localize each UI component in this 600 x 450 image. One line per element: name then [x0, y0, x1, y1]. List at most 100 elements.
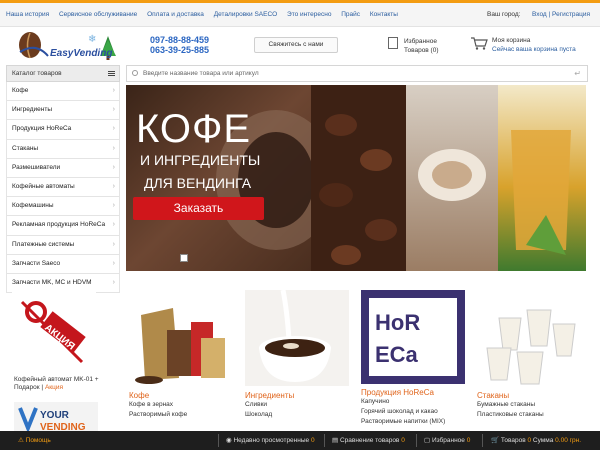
svg-text:❄: ❄	[88, 34, 96, 45]
top-navigation: Наша история Сервисное обслуживание Опла…	[0, 3, 600, 27]
site-header: ❄ EasyVending 097-88-88-459 063-39-25-88…	[0, 27, 600, 65]
svg-text:HoR: HoR	[375, 310, 420, 335]
product-sub-1[interactable]: Пластиковые стаканы	[477, 410, 591, 420]
promo-image[interactable]: АКЦИЯ	[12, 292, 96, 370]
promo-ribbon-graphic: АКЦИЯ	[20, 300, 86, 364]
compare-products[interactable]: ▤ Сравнение товаров 0	[332, 436, 405, 444]
catalog-item-label: Запчасти MK, MC и HDVM	[12, 278, 92, 286]
product-card-cups[interactable]: Стаканы Бумажные стаканы Пластиковые ста…	[477, 290, 591, 420]
product-sub-0[interactable]: Капучино	[361, 397, 475, 407]
order-button[interactable]: Заказать	[133, 197, 264, 220]
product-name[interactable]: Стаканы	[477, 391, 591, 400]
catalog-item-ingredients[interactable]: Ингредиенты ›	[6, 101, 120, 121]
catalog-item-label: Запчасти Saeco	[12, 259, 61, 267]
catalog-item-coffee[interactable]: Кофе ›	[6, 82, 120, 102]
catalog-item-cups[interactable]: Стаканы ›	[6, 139, 120, 159]
eye-icon: ◉	[226, 437, 232, 444]
product-name[interactable]: Кофе	[129, 391, 243, 400]
catalog-item-mk-parts[interactable]: Запчасти MK, MC и HDVM ›	[6, 273, 120, 294]
product-name[interactable]: Продукция HoReCa	[361, 388, 475, 397]
catalog-item-promo-products[interactable]: Рекламная продукция HoReCa ›	[6, 216, 120, 236]
city-selector[interactable]: Ваш город:	[487, 11, 521, 18]
catalog-item-label: Кофейные автоматы	[12, 182, 75, 190]
cart-text: Моя корзина Сейчас ваша корзина пуста	[492, 36, 576, 54]
product-sub-0[interactable]: Бумажные стаканы	[477, 400, 591, 410]
nav-link-contacts[interactable]: Контакты	[370, 11, 398, 18]
coffee-cup-graphic	[245, 290, 349, 386]
cart-status[interactable]: Сейчас ваша корзина пуста	[492, 45, 576, 54]
product-card-ingredients[interactable]: Ингредиенты Сливки Шоколад	[245, 290, 359, 420]
login-link[interactable]: Вход	[532, 11, 547, 18]
nav-link-payment[interactable]: Оплата и доставка	[147, 11, 204, 18]
catalog-item-vending-machines[interactable]: Кофейные автоматы ›	[6, 177, 120, 198]
bottom-toolbar: ⚠ Помощь ◉ Недавно просмотренные 0 ▤ Сра…	[0, 431, 600, 450]
catalog-header[interactable]: Каталог товаров	[6, 65, 120, 82]
phone-1[interactable]: 097-88-88-459	[150, 35, 209, 45]
divider	[218, 434, 219, 447]
promo-tag[interactable]: Акция	[45, 384, 63, 391]
product-image-cups[interactable]	[477, 290, 581, 386]
catalog-item-payment-systems[interactable]: Платежные системы ›	[6, 235, 120, 255]
nav-link-saeco[interactable]: Деталировки SAECO	[214, 11, 277, 18]
banner-title: КОФЕ	[136, 107, 252, 151]
nav-link-price[interactable]: Прайс	[341, 11, 360, 18]
product-sub-1[interactable]: Шоколад	[245, 410, 359, 420]
hero-banner[interactable]: КОФЕ И ИНГРЕДИЕНТЫ ДЛЯ ВЕНДИНГА Заказать	[126, 85, 586, 271]
help-link[interactable]: ⚠ Помощь	[18, 436, 51, 444]
coffee-packs-graphic	[129, 290, 233, 386]
search-bar[interactable]: Введите название товара или артикул ↵	[126, 65, 588, 82]
slider-dot[interactable]	[180, 254, 188, 262]
product-card-coffee[interactable]: Кофе Кофе в зернах Растворимый кофе	[129, 290, 243, 420]
product-image-ingredients[interactable]	[245, 290, 349, 386]
phones: 097-88-88-459 063-39-25-885	[150, 35, 209, 55]
product-sub-0[interactable]: Кофе в зернах	[129, 400, 243, 410]
bottom-favorites-count: 0	[466, 437, 471, 444]
product-image-coffee[interactable]	[129, 290, 233, 386]
nav-link-interesting[interactable]: Это интересно	[287, 11, 331, 18]
catalog-item-horeca[interactable]: Продукция HoReCa ›	[6, 120, 120, 140]
favorites-icon: ▢	[424, 437, 431, 444]
compare-label: Сравнение товаров	[339, 437, 400, 444]
product-sub-0[interactable]: Сливки	[245, 400, 359, 410]
chevron-right-icon: ›	[112, 144, 115, 152]
catalog-item-label: Кофе	[12, 87, 29, 94]
product-sub-1[interactable]: Растворимый кофе	[129, 410, 243, 420]
product-sub-2[interactable]: Растворимые напитки (MIX)	[361, 417, 475, 427]
bottom-favorites[interactable]: ▢ Избранное 0	[424, 436, 470, 444]
product-name[interactable]: Ингредиенты	[245, 391, 359, 400]
bottom-cart-summary[interactable]: 🛒 Товаров 0 Сумма 0.00 грн.	[491, 436, 581, 444]
phone-2[interactable]: 063-39-25-885	[150, 45, 209, 55]
nav-link-history[interactable]: Наша история	[6, 11, 49, 18]
product-image-horeca[interactable]: HoR ECa	[361, 290, 465, 384]
catalog-list: Кофе › Ингредиенты › Продукция HoReCa › Ста…	[6, 82, 120, 294]
contact-us-button[interactable]: Свяжитесь с нами	[254, 37, 338, 53]
catalog-item-coffee-machines[interactable]: Кофемашины ›	[6, 197, 120, 217]
horeca-logo: HoR ECa	[361, 290, 465, 384]
chevron-right-icon: ›	[112, 221, 115, 229]
catalog-item-stirrers[interactable]: Размешиватели ›	[6, 158, 120, 178]
enter-icon[interactable]: ↵	[574, 69, 581, 78]
product-sub-1[interactable]: Горячий шоколад и какао	[361, 407, 475, 417]
promo-text[interactable]: Кофейный автомат MK-01 + Подарок | Акция	[14, 376, 118, 392]
paper-cups-graphic	[477, 290, 581, 386]
search-icon	[132, 70, 138, 76]
catalog-item-label: Ингредиенты	[12, 106, 52, 114]
register-link[interactable]: Регистрация	[552, 11, 590, 18]
goods-label: Товаров	[500, 437, 526, 444]
divider	[324, 434, 325, 447]
site-logo[interactable]: ❄ EasyVending	[8, 30, 123, 62]
search-input[interactable]: Введите название товара или артикул	[143, 70, 259, 77]
warning-icon: ⚠	[18, 437, 24, 444]
catalog-item-saeco-parts[interactable]: Запчасти Saeco ›	[6, 254, 120, 274]
divider	[416, 434, 417, 447]
product-card-horeca[interactable]: HoR ECa Продукция HoReCa Капучино Горячи…	[361, 290, 475, 427]
chevron-right-icon: ›	[112, 182, 115, 190]
goods-count: 0	[527, 437, 532, 444]
nav-link-service[interactable]: Сервисное обслуживание	[59, 11, 137, 18]
svg-text:ECa: ECa	[375, 342, 419, 367]
recently-viewed[interactable]: ◉ Недавно просмотренные 0	[226, 436, 315, 444]
favorites-text: Избранное Товаров (0)	[404, 37, 439, 55]
catalog-item-label: Кофемашины	[12, 202, 54, 210]
logo-text: EasyVending	[50, 48, 113, 59]
catalog-item-label: Размешиватели	[12, 163, 61, 171]
